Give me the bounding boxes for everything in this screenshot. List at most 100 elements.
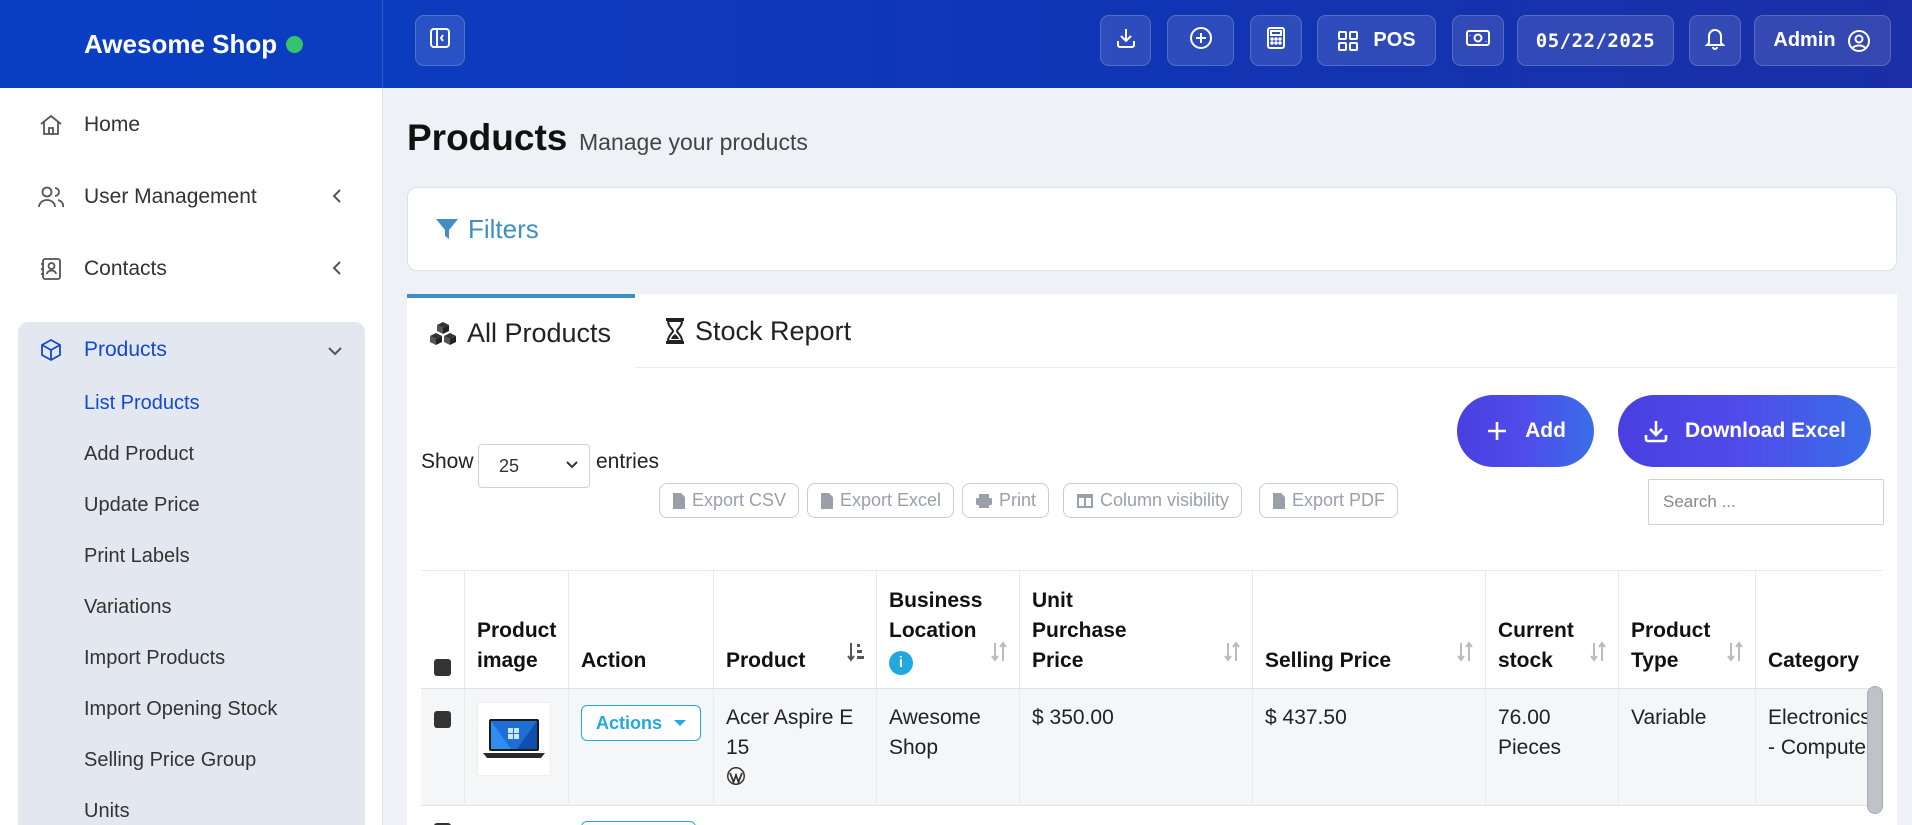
product-image-cell [465, 689, 569, 806]
chevron-left-icon [330, 259, 344, 283]
product-thumbnail[interactable] [477, 702, 551, 776]
chevron-down-icon [326, 340, 344, 364]
table-scrollbar[interactable] [1867, 686, 1883, 814]
column-header-product-image: Product image [465, 571, 569, 689]
header-label: Action [581, 649, 647, 672]
user-menu-button[interactable]: Admin [1754, 15, 1891, 66]
tab-bar: All Products Stock Report [407, 294, 1897, 368]
sidebar-item-label: Contacts [84, 257, 167, 280]
brand-name: Awesome Shop [84, 28, 278, 59]
column-header-product[interactable]: Product [714, 571, 877, 689]
export-csv-button[interactable]: Export CSV [659, 483, 800, 518]
search-input[interactable]: Search ... [1648, 479, 1884, 525]
column-header-current-stock[interactable]: Current stock [1486, 571, 1619, 689]
user-name: Admin [1773, 29, 1836, 51]
sidebar-subitem-units[interactable]: Units [84, 800, 130, 823]
sidebar-item-label: User Management [84, 185, 257, 208]
header-label: Business Location [889, 589, 983, 642]
header-label: Current stock [1498, 619, 1574, 672]
sort-icon [1455, 641, 1475, 672]
sidebar-item-products[interactable]: Products [18, 322, 364, 378]
actions-dropdown-button[interactable]: Actions [581, 705, 702, 741]
sidebar-subitem-import-opening-stock[interactable]: Import Opening Stock [84, 698, 277, 721]
filters-toggle[interactable]: Filters [407, 187, 1897, 271]
column-header-action: Action [569, 571, 714, 689]
pos-button[interactable]: POS [1317, 15, 1436, 66]
products-menu-group: Products List Products Add Product Updat… [18, 322, 365, 825]
column-header-product-type[interactable]: Product Type [1619, 571, 1756, 689]
notifications-button[interactable] [1689, 15, 1741, 66]
sort-asc-icon [846, 641, 866, 672]
select-all-checkbox[interactable] [434, 659, 451, 676]
entries-select[interactable]: 25 [478, 444, 590, 488]
header-label: Product image [477, 619, 557, 672]
sidebar-subitem-list-products[interactable]: List Products [84, 392, 200, 415]
select-all-header [421, 571, 465, 689]
purchase-price-cell: $ 350.00 [1020, 689, 1253, 806]
tab-all-products[interactable]: All Products [407, 294, 635, 368]
sidebar-subitem-print-labels[interactable]: Print Labels [84, 545, 190, 568]
export-pdf-button[interactable]: Export PDF [1259, 483, 1399, 518]
filter-icon [434, 216, 468, 242]
category-cell: Electronics -- Computers [1756, 689, 1883, 806]
row-checkbox[interactable] [434, 711, 451, 728]
sidebar-item-contacts[interactable]: Contacts [18, 241, 364, 297]
column-visibility-label: Column visibility [1100, 490, 1230, 510]
sidebar-subitem-import-products[interactable]: Import Products [84, 647, 225, 670]
column-header-selling-price[interactable]: Selling Price [1253, 571, 1486, 689]
header-label: Product [726, 649, 806, 672]
sidebar-item-home[interactable]: Home [18, 97, 364, 153]
home-icon [36, 110, 66, 140]
download-excel-button[interactable]: Download Excel [1618, 395, 1871, 467]
download-icon [1114, 26, 1138, 56]
column-header-business-location[interactable]: Business Location i [877, 571, 1020, 689]
add-product-button[interactable]: Add [1457, 395, 1594, 467]
header-label: Product Type [1631, 619, 1711, 672]
action-cell: Actions [569, 689, 714, 806]
columns-icon [1076, 493, 1100, 509]
cash-register-button[interactable] [1452, 15, 1504, 66]
chevron-down-icon [566, 461, 578, 469]
type-value: Variable [1631, 706, 1707, 729]
users-icon [36, 182, 66, 212]
print-label: Print [999, 490, 1037, 510]
entries-label: entries [596, 450, 660, 473]
products-panel: All Products Stock Report Show 25 entrie… [407, 294, 1897, 825]
sidebar-subitem-update-price[interactable]: Update Price [84, 494, 200, 517]
sidebar-toggle-button[interactable] [415, 15, 465, 66]
stock-cell: 76.00 Pieces [1486, 689, 1619, 806]
header-label: Selling Price [1265, 649, 1392, 672]
tab-stock-report[interactable]: Stock Report [665, 294, 851, 368]
download-button[interactable] [1100, 15, 1151, 66]
calculator-button[interactable] [1250, 15, 1302, 66]
sidebar-subitem-selling-price-group[interactable]: Selling Price Group [84, 749, 256, 772]
category-value: Electronics -- Computers [1768, 706, 1883, 759]
date-display[interactable]: 05/22/2025 [1517, 15, 1674, 66]
filters-label: Filters [468, 213, 539, 244]
show-label: Show [421, 450, 474, 473]
sidebar: Home User Management Contacts Products L… [0, 88, 383, 825]
product-name: Acer Aspire E 15 [726, 706, 854, 759]
column-header-category[interactable]: Category [1756, 571, 1883, 689]
sort-icon [1222, 641, 1242, 672]
table-row[interactable]: Actions Acer Aspire E 15 Awesome Shop $ … [421, 689, 1883, 806]
add-new-button[interactable] [1167, 15, 1234, 66]
sidebar-subitem-variations[interactable]: Variations [84, 596, 171, 619]
column-header-unit-purchase-price[interactable]: Unit Purchase Price [1020, 571, 1253, 689]
table-row[interactable] [421, 807, 1883, 825]
sidebar-item-user-management[interactable]: User Management [18, 169, 364, 225]
online-status-dot [286, 35, 304, 53]
caret-down-icon [674, 720, 687, 726]
column-visibility-button[interactable]: Column visibility [1063, 483, 1243, 518]
print-icon [975, 493, 999, 509]
sort-icon [1725, 641, 1745, 672]
actions-dropdown-button[interactable] [581, 821, 696, 825]
brand[interactable]: Awesome Shop [0, 0, 383, 88]
sidebar-subitem-add-product[interactable]: Add Product [84, 443, 194, 466]
search-placeholder: Search ... [1663, 492, 1736, 511]
wordpress-icon [726, 765, 746, 795]
export-excel-button[interactable]: Export Excel [807, 483, 955, 518]
hourglass-icon [665, 317, 695, 345]
print-button[interactable]: Print [962, 483, 1050, 518]
plus-circle-icon [1188, 25, 1214, 57]
